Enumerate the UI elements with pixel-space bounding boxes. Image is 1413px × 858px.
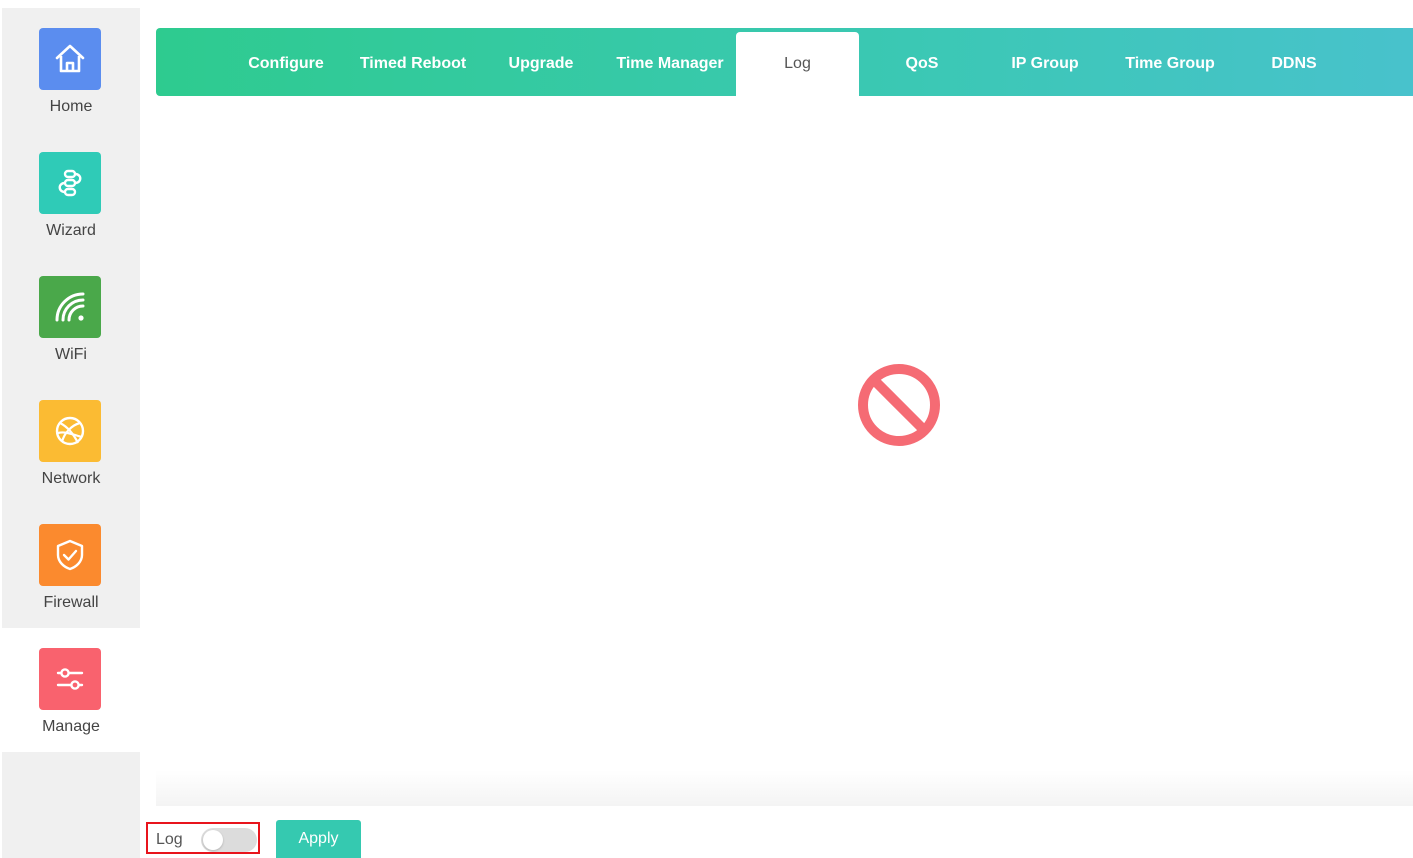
sidebar-item-network[interactable]: Network: [2, 380, 140, 504]
network-globe-icon: [39, 400, 101, 462]
tab-bar: Configure Timed Reboot Upgrade Time Mana…: [156, 28, 1413, 96]
tab-upgrade[interactable]: Upgrade: [492, 32, 590, 96]
blocked-icon: [856, 362, 942, 448]
sidebar-item-label: Home: [49, 98, 93, 115]
tab-log[interactable]: Log: [736, 32, 859, 96]
sidebar-item-wizard[interactable]: Wizard: [2, 132, 140, 256]
tab-qos[interactable]: QoS: [876, 32, 968, 96]
tab-time-manager[interactable]: Time Manager: [608, 32, 732, 96]
main-content: [156, 96, 1413, 806]
log-toggle-group: Log: [146, 822, 260, 854]
tab-configure[interactable]: Configure: [236, 32, 336, 96]
toggle-knob: [203, 830, 223, 850]
sidebar-item-wifi[interactable]: WiFi: [2, 256, 140, 380]
tab-ddns[interactable]: DDNS: [1250, 32, 1338, 96]
sidebar-item-manage[interactable]: Manage: [2, 628, 140, 752]
manage-sliders-icon: [39, 648, 101, 710]
sidebar-item-label: WiFi: [55, 346, 87, 363]
tab-timed-reboot[interactable]: Timed Reboot: [352, 32, 474, 96]
log-toggle-switch[interactable]: [201, 828, 257, 852]
home-icon: [39, 28, 101, 90]
sidebar-item-label: Wizard: [46, 222, 96, 239]
wizard-icon: [39, 152, 101, 214]
tab-ip-group[interactable]: IP Group: [990, 32, 1100, 96]
sidebar-nav: Home Wizard WiFi Network Firewall Manage: [2, 8, 140, 858]
sidebar-item-home[interactable]: Home: [2, 8, 140, 132]
sidebar-item-firewall[interactable]: Firewall: [2, 504, 140, 628]
firewall-shield-icon: [39, 524, 101, 586]
apply-button[interactable]: Apply: [276, 820, 361, 858]
sidebar-item-label: Firewall: [43, 594, 99, 611]
content-divider: [156, 770, 1413, 806]
sidebar-item-label: Manage: [42, 718, 100, 735]
wifi-icon: [39, 276, 101, 338]
sidebar-item-label: Network: [41, 470, 101, 487]
log-toggle-label: Log: [156, 831, 183, 848]
tab-time-group[interactable]: Time Group: [1116, 32, 1224, 96]
